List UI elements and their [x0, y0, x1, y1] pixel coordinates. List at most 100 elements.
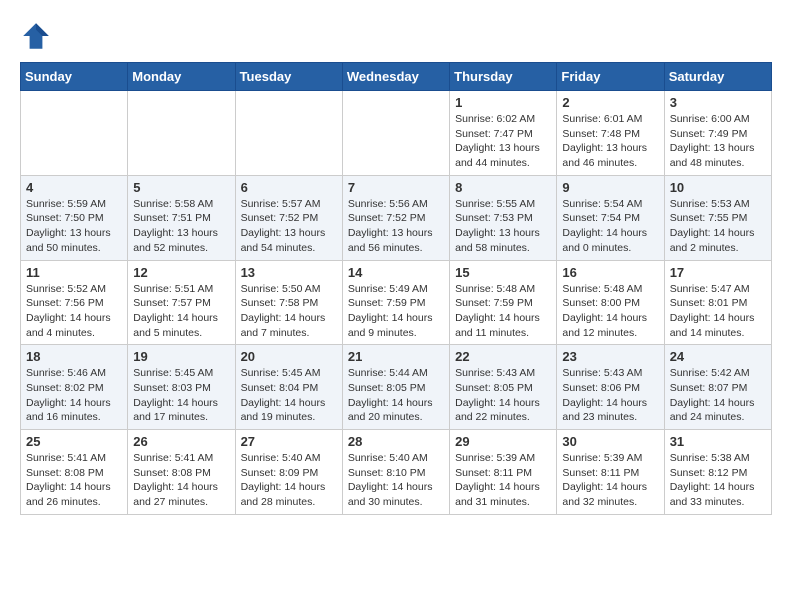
day-number: 12	[133, 265, 229, 280]
calendar-cell: 30Sunrise: 5:39 AM Sunset: 8:11 PM Dayli…	[557, 430, 664, 515]
day-number: 19	[133, 349, 229, 364]
calendar-cell: 9 Sunrise: 5:54 AM Sunset: 7:54 PM Daylig…	[557, 175, 664, 260]
calendar-cell: 26Sunrise: 5:41 AM Sunset: 8:08 PM Dayli…	[128, 430, 235, 515]
day-number: 15	[455, 265, 551, 280]
day-info: Sunrise: 5:52 AM Sunset: 7:56 PM Dayligh…	[26, 282, 122, 341]
calendar-cell: 16 Sunrise: 5:48 AM Sunset: 8:00 PM Dayli…	[557, 260, 664, 345]
day-number: 16	[562, 265, 658, 280]
day-number: 25	[26, 434, 122, 449]
day-info: Sunrise: 5:43 AM Sunset: 8:05 PM Dayligh…	[455, 366, 551, 425]
calendar-cell: 20 Sunrise: 5:45 AM Sunset: 8:04 PM Dayli…	[235, 345, 342, 430]
calendar-cell: 25 Sunrise: 5:41 AM Sunset: 8:08 PM Dayli…	[21, 430, 128, 515]
calendar-cell: 22Sunrise: 5:43 AM Sunset: 8:05 PM Dayli…	[450, 345, 557, 430]
day-info: Sunrise: 5:45 AM Sunset: 8:04 PM Dayligh…	[241, 366, 337, 425]
calendar-cell: 2Sunrise: 6:01 AM Sunset: 7:48 PM Daylig…	[557, 91, 664, 176]
calendar-cell: 15 Sunrise: 5:48 AM Sunset: 7:59 PM Dayli…	[450, 260, 557, 345]
calendar-week-2: 4 Sunrise: 5:59 AM Sunset: 7:50 PM Daylig…	[21, 175, 772, 260]
day-info: Sunrise: 5:47 AM Sunset: 8:01 PM Dayligh…	[670, 282, 766, 341]
day-number: 1	[455, 95, 551, 110]
day-info: Sunrise: 5:50 AM Sunset: 7:58 PM Dayligh…	[241, 282, 337, 341]
day-info: Sunrise: 5:54 AM Sunset: 7:54 PM Dayligh…	[562, 197, 658, 256]
day-info: Sunrise: 5:58 AM Sunset: 7:51 PM Dayligh…	[133, 197, 229, 256]
header-row: SundayMondayTuesdayWednesdayThursdayFrid…	[21, 63, 772, 91]
calendar-cell: 23 Sunrise: 5:43 AM Sunset: 8:06 PM Dayli…	[557, 345, 664, 430]
day-header-saturday: Saturday	[664, 63, 771, 91]
day-info: Sunrise: 6:00 AM Sunset: 7:49 PM Dayligh…	[670, 112, 766, 171]
day-info: Sunrise: 5:53 AM Sunset: 7:55 PM Dayligh…	[670, 197, 766, 256]
day-number: 3	[670, 95, 766, 110]
calendar-cell: 29 Sunrise: 5:39 AM Sunset: 8:11 PM Dayli…	[450, 430, 557, 515]
calendar-cell	[342, 91, 449, 176]
calendar-cell: 19 Sunrise: 5:45 AM Sunset: 8:03 PM Dayli…	[128, 345, 235, 430]
calendar-cell: 28 Sunrise: 5:40 AM Sunset: 8:10 PM Dayli…	[342, 430, 449, 515]
day-number: 29	[455, 434, 551, 449]
day-info: Sunrise: 5:42 AM Sunset: 8:07 PM Dayligh…	[670, 366, 766, 425]
calendar-cell: 4 Sunrise: 5:59 AM Sunset: 7:50 PM Daylig…	[21, 175, 128, 260]
day-info: Sunrise: 5:49 AM Sunset: 7:59 PM Dayligh…	[348, 282, 444, 341]
day-info: Sunrise: 5:39 AM Sunset: 8:11 PM Dayligh…	[562, 451, 658, 510]
calendar-cell	[128, 91, 235, 176]
day-number: 4	[26, 180, 122, 195]
calendar-week-5: 25 Sunrise: 5:41 AM Sunset: 8:08 PM Dayli…	[21, 430, 772, 515]
day-number: 18	[26, 349, 122, 364]
calendar-week-1: 1 Sunrise: 6:02 AM Sunset: 7:47 PM Daylig…	[21, 91, 772, 176]
day-info: Sunrise: 6:01 AM Sunset: 7:48 PM Dayligh…	[562, 112, 658, 171]
calendar-cell: 3 Sunrise: 6:00 AM Sunset: 7:49 PM Daylig…	[664, 91, 771, 176]
day-info: Sunrise: 5:38 AM Sunset: 8:12 PM Dayligh…	[670, 451, 766, 510]
day-info: Sunrise: 5:56 AM Sunset: 7:52 PM Dayligh…	[348, 197, 444, 256]
day-info: Sunrise: 5:44 AM Sunset: 8:05 PM Dayligh…	[348, 366, 444, 425]
day-info: Sunrise: 5:48 AM Sunset: 8:00 PM Dayligh…	[562, 282, 658, 341]
calendar-cell: 10 Sunrise: 5:53 AM Sunset: 7:55 PM Dayli…	[664, 175, 771, 260]
calendar-body: 1 Sunrise: 6:02 AM Sunset: 7:47 PM Daylig…	[21, 91, 772, 515]
day-number: 5	[133, 180, 229, 195]
calendar-cell: 13 Sunrise: 5:50 AM Sunset: 7:58 PM Dayli…	[235, 260, 342, 345]
day-info: Sunrise: 6:02 AM Sunset: 7:47 PM Dayligh…	[455, 112, 551, 171]
calendar-cell: 24 Sunrise: 5:42 AM Sunset: 8:07 PM Dayli…	[664, 345, 771, 430]
day-number: 23	[562, 349, 658, 364]
day-info: Sunrise: 5:41 AM Sunset: 8:08 PM Dayligh…	[26, 451, 122, 510]
day-info: Sunrise: 5:57 AM Sunset: 7:52 PM Dayligh…	[241, 197, 337, 256]
day-number: 11	[26, 265, 122, 280]
day-header-sunday: Sunday	[21, 63, 128, 91]
day-info: Sunrise: 5:48 AM Sunset: 7:59 PM Dayligh…	[455, 282, 551, 341]
day-info: Sunrise: 5:55 AM Sunset: 7:53 PM Dayligh…	[455, 197, 551, 256]
calendar-cell: 31 Sunrise: 5:38 AM Sunset: 8:12 PM Dayli…	[664, 430, 771, 515]
day-number: 27	[241, 434, 337, 449]
day-info: Sunrise: 5:40 AM Sunset: 8:09 PM Dayligh…	[241, 451, 337, 510]
calendar-cell: 17 Sunrise: 5:47 AM Sunset: 8:01 PM Dayli…	[664, 260, 771, 345]
calendar-cell: 5 Sunrise: 5:58 AM Sunset: 7:51 PM Daylig…	[128, 175, 235, 260]
day-number: 9	[562, 180, 658, 195]
day-info: Sunrise: 5:45 AM Sunset: 8:03 PM Dayligh…	[133, 366, 229, 425]
calendar-cell: 7Sunrise: 5:56 AM Sunset: 7:52 PM Daylig…	[342, 175, 449, 260]
day-number: 26	[133, 434, 229, 449]
day-number: 10	[670, 180, 766, 195]
day-info: Sunrise: 5:59 AM Sunset: 7:50 PM Dayligh…	[26, 197, 122, 256]
calendar-cell: 6Sunrise: 5:57 AM Sunset: 7:52 PM Daylig…	[235, 175, 342, 260]
logo-icon	[20, 20, 52, 52]
day-number: 21	[348, 349, 444, 364]
day-info: Sunrise: 5:43 AM Sunset: 8:06 PM Dayligh…	[562, 366, 658, 425]
day-number: 28	[348, 434, 444, 449]
day-number: 17	[670, 265, 766, 280]
calendar-cell	[21, 91, 128, 176]
day-number: 24	[670, 349, 766, 364]
calendar-cell: 1 Sunrise: 6:02 AM Sunset: 7:47 PM Daylig…	[450, 91, 557, 176]
day-info: Sunrise: 5:40 AM Sunset: 8:10 PM Dayligh…	[348, 451, 444, 510]
day-number: 20	[241, 349, 337, 364]
calendar-header: SundayMondayTuesdayWednesdayThursdayFrid…	[21, 63, 772, 91]
calendar-table: SundayMondayTuesdayWednesdayThursdayFrid…	[20, 62, 772, 515]
day-header-tuesday: Tuesday	[235, 63, 342, 91]
day-number: 13	[241, 265, 337, 280]
day-number: 14	[348, 265, 444, 280]
calendar-week-4: 18 Sunrise: 5:46 AM Sunset: 8:02 PM Dayli…	[21, 345, 772, 430]
day-info: Sunrise: 5:46 AM Sunset: 8:02 PM Dayligh…	[26, 366, 122, 425]
day-info: Sunrise: 5:39 AM Sunset: 8:11 PM Dayligh…	[455, 451, 551, 510]
day-info: Sunrise: 5:51 AM Sunset: 7:57 PM Dayligh…	[133, 282, 229, 341]
day-header-monday: Monday	[128, 63, 235, 91]
day-number: 31	[670, 434, 766, 449]
logo	[20, 20, 58, 52]
day-header-friday: Friday	[557, 63, 664, 91]
calendar-week-3: 11 Sunrise: 5:52 AM Sunset: 7:56 PM Dayli…	[21, 260, 772, 345]
calendar-cell: 21 Sunrise: 5:44 AM Sunset: 8:05 PM Dayli…	[342, 345, 449, 430]
calendar-cell: 12 Sunrise: 5:51 AM Sunset: 7:57 PM Dayli…	[128, 260, 235, 345]
